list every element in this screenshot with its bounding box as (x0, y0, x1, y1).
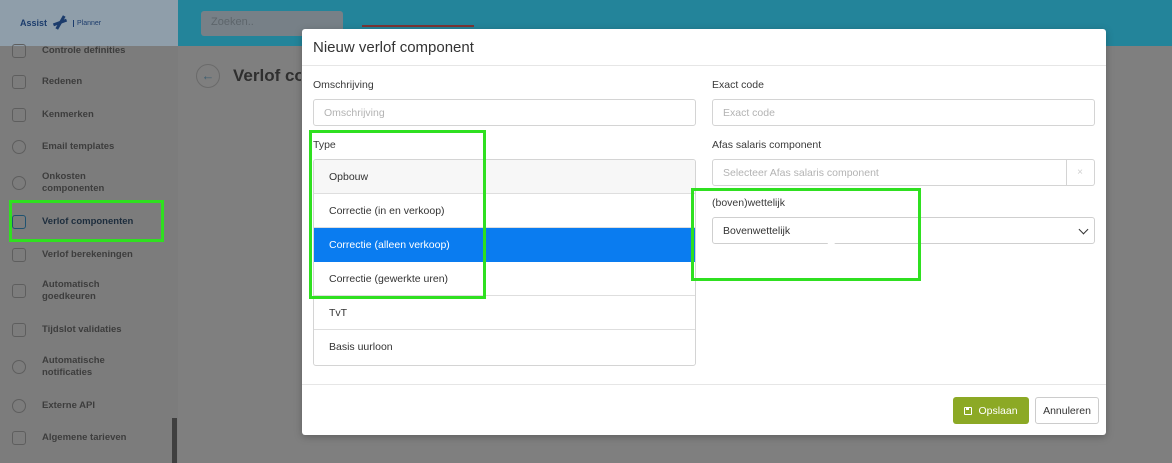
save-button[interactable]: Opslaan (953, 397, 1029, 424)
sidebar-item-label: Algemene tarieven (42, 432, 127, 443)
cancel-button-label: Annuleren (1043, 404, 1091, 417)
plug-icon (12, 399, 26, 413)
sidebar-item-label: Redenen (42, 76, 83, 87)
sidebar-item-externe-api[interactable]: Externe API (12, 399, 152, 413)
logo-mark-icon (50, 13, 70, 33)
save-icon (964, 406, 973, 415)
sidebar-item-onkosten-componenten[interactable]: Onkosten componenten (12, 171, 122, 195)
afas-label: Afas salaris component (712, 139, 822, 151)
highlight-box-sidebar (9, 200, 164, 242)
sidebar-item-kenmerken[interactable]: Kenmerken (12, 108, 152, 122)
document-icon (12, 431, 26, 445)
sidebar-item-label: Automatisch goedkeuren (42, 279, 100, 302)
sidebar-item-tijdslot-validaties[interactable]: Tijdslot validaties (12, 323, 152, 337)
sidebar-item-controle-definities[interactable]: Controle definities (12, 44, 152, 58)
chevron-down-icon (1078, 224, 1089, 235)
highlight-box-type (309, 130, 486, 299)
sidebar-item-label: Controle definities (42, 45, 126, 56)
logo-subtext: Planner (73, 19, 101, 27)
sidebar-item-label: Verlof berekeningen (42, 249, 133, 260)
logo-text: Assist (20, 18, 48, 28)
omschrijving-label: Omschrijving (313, 79, 374, 91)
sidebar-item-automatisch-goedkeuren[interactable]: Automatisch goedkeuren (12, 279, 122, 303)
tag-icon (12, 108, 26, 122)
highlight-box-wettelijk (691, 188, 921, 281)
page-title: Verlof componenten (233, 66, 301, 85)
chat-icon (12, 75, 26, 89)
sidebar-item-verlof-berekeningen[interactable]: Verlof berekeningen (12, 248, 152, 262)
type-option-tvt[interactable]: TvT (314, 296, 695, 330)
logo[interactable]: Assist Planner (0, 0, 178, 46)
sidebar-scrollbar-thumb[interactable] (172, 418, 177, 463)
save-button-label: Opslaan (978, 404, 1018, 417)
exact-code-input[interactable]: Exact code (712, 99, 1095, 126)
bicycle-icon (12, 176, 26, 190)
type-option-basis-uurloon[interactable]: Basis uurloon (314, 330, 695, 364)
at-sign-icon (12, 140, 26, 154)
exact-code-label: Exact code (712, 79, 764, 91)
bell-icon (12, 360, 26, 374)
omschrijving-input[interactable]: Omschrijving (313, 99, 696, 126)
sidebar-item-redenen[interactable]: Redenen (12, 75, 152, 89)
sidebar-item-label: Email templates (42, 141, 115, 152)
checkbox-icon (12, 323, 26, 337)
modal-title: Nieuw verlof component (313, 39, 474, 56)
sidebar-scrollbar[interactable] (170, 46, 178, 463)
sidebar-item-label: Kenmerken (42, 109, 94, 120)
thumbs-up-icon (12, 284, 26, 298)
sidebar: Controle definities Redenen Kenmerken Em… (0, 44, 170, 463)
topbar-accent-line (362, 25, 474, 27)
sidebar-item-label: Automatische notificaties (42, 355, 105, 378)
sidebar-item-label: Tijdslot validaties (42, 324, 122, 335)
sidebar-item-algemene-tarieven[interactable]: Algemene tarieven (12, 431, 152, 445)
calculator-icon (12, 248, 26, 262)
checklist-icon (12, 44, 26, 58)
afas-select-input[interactable]: Selecteer Afas salaris component (712, 159, 1067, 186)
modal-header: Nieuw verlof component (302, 29, 1106, 66)
clear-icon[interactable]: × (1066, 159, 1095, 186)
sidebar-item-email-templates[interactable]: Email templates (12, 140, 152, 154)
cancel-button[interactable]: Annuleren (1035, 397, 1099, 424)
sidebar-item-automatische-notificaties[interactable]: Automatische notificaties (12, 355, 122, 379)
arrow-left-icon[interactable]: ← (196, 64, 220, 88)
sidebar-item-label: Externe API (42, 400, 95, 411)
sidebar-item-label: Onkosten componenten (42, 171, 105, 194)
